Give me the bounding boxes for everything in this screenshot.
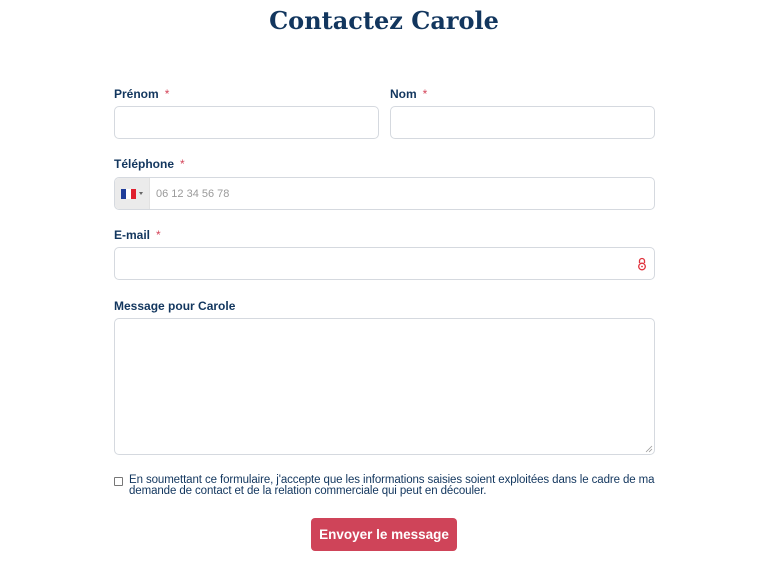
contact-form-page: Contactez Carole Prénom * Nom * Téléphone *… <box>0 0 768 564</box>
submit-button[interactable]: Envoyer le message <box>311 518 457 551</box>
last-name-label: Nom * <box>390 87 427 101</box>
phone-label-text: Téléphone <box>114 157 175 171</box>
first-name-label-text: Prénom <box>114 87 159 101</box>
email-label-text: E-mail <box>114 228 151 242</box>
password-manager-icon[interactable] <box>637 257 647 271</box>
phone-field <box>114 177 655 210</box>
caret-down-icon <box>139 192 143 195</box>
country-selector[interactable] <box>115 178 150 209</box>
phone-input[interactable] <box>150 178 654 209</box>
resize-handle-icon[interactable] <box>645 445 653 453</box>
first-name-input[interactable] <box>114 106 379 139</box>
message-textarea[interactable] <box>114 318 655 455</box>
message-label: Message pour Carole <box>114 299 235 313</box>
required-marker: * <box>180 157 185 171</box>
required-marker: * <box>164 87 170 101</box>
france-flag-icon <box>121 188 136 199</box>
phone-label: Téléphone * <box>114 157 185 171</box>
email-label: E-mail * <box>114 228 161 242</box>
page-title: Contactez Carole <box>269 6 499 35</box>
message-label-text: Message pour Carole <box>114 299 236 313</box>
consent-text: En soumettant ce formulaire, j'accepte q… <box>129 474 655 497</box>
required-marker: * <box>156 228 161 242</box>
last-name-input[interactable] <box>390 106 655 139</box>
consent-checkbox[interactable] <box>114 477 123 486</box>
required-marker: * <box>422 87 428 101</box>
email-input[interactable] <box>115 248 625 279</box>
last-name-label-text: Nom <box>390 87 417 101</box>
first-name-label: Prénom * <box>114 87 169 101</box>
consent-row: En soumettant ce formulaire, j'accepte q… <box>114 474 674 497</box>
message-wrapper <box>114 318 655 455</box>
email-field <box>114 247 655 280</box>
